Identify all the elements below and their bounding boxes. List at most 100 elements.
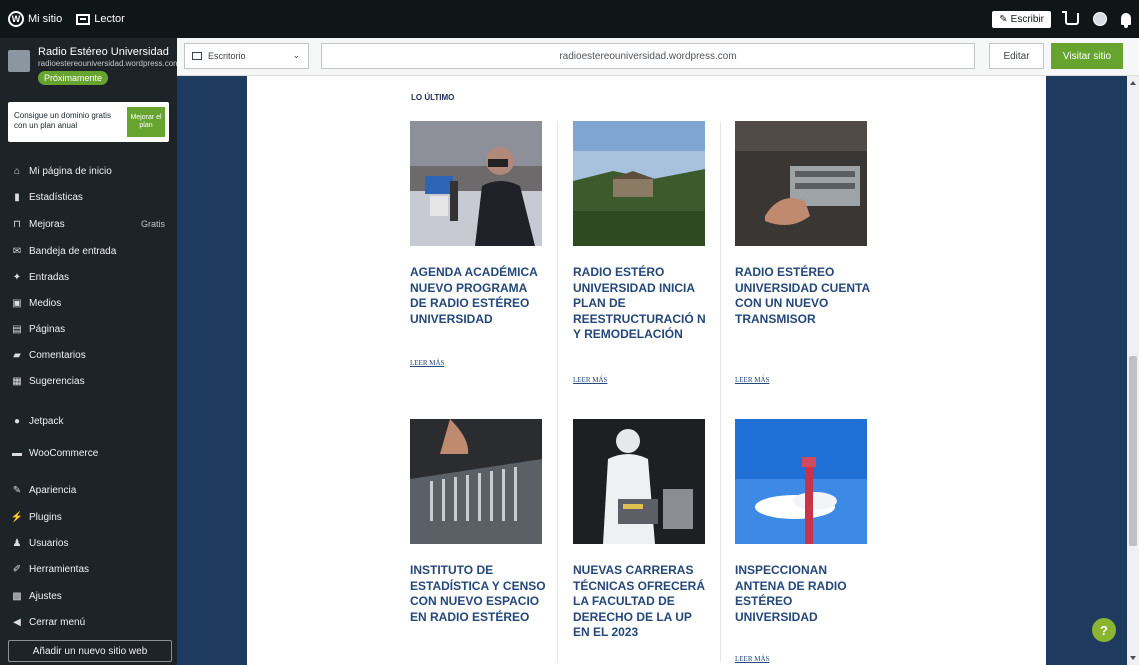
settings-icon: ▩	[12, 590, 22, 602]
sidebar-item-stats[interactable]: ▮ Estadísticas	[0, 186, 177, 208]
home-icon: ⌂	[13, 165, 21, 177]
chevron-down-icon: ⌄	[292, 50, 300, 60]
site-header[interactable]: Radio Estéreo Universidad radioestereoun…	[0, 38, 180, 98]
sidebar-item-label: Mi página de inicio	[29, 165, 112, 177]
visit-site-button[interactable]: Visitar sitio	[1051, 43, 1123, 69]
sidebar-item-users[interactable]: ♟ Usuarios	[0, 532, 177, 554]
write-button[interactable]: ✎ Escribir	[992, 10, 1051, 28]
read-more-link[interactable]: LEER MÁS	[735, 655, 769, 663]
device-label: Escritorio	[208, 51, 246, 61]
section-title: LO ÚLTIMO	[411, 93, 455, 102]
my-site-label: Mi sitio	[28, 13, 63, 25]
read-more-link[interactable]: LEER MÁS	[573, 376, 607, 384]
post-title[interactable]: AGENDA ACADÉMICA NUEVO PROGRAMA DE RADIO…	[410, 265, 546, 327]
post-card[interactable]: RADIO ESTÉRO UNIVERSIDAD INICIA PLAN DE …	[573, 121, 709, 384]
stats-icon: ▮	[14, 191, 20, 203]
scroll-thumb[interactable]	[1129, 356, 1137, 546]
device-select[interactable]: Escritorio ⌄	[184, 43, 309, 69]
domain-promo: Consigue un dominio gratis con un plan a…	[8, 102, 169, 142]
sidebar-item-home[interactable]: ⌂ Mi página de inicio	[0, 160, 177, 182]
sidebar-item-collapse[interactable]: ◀ Cerrar menú	[0, 611, 177, 633]
notifications-bell-icon[interactable]	[1121, 13, 1131, 28]
post-card[interactable]: AGENDA ACADÉMICA NUEVO PROGRAMA DE RADIO…	[410, 121, 546, 367]
users-icon: ♟	[12, 537, 22, 549]
sidebar-item-label: Usuarios	[29, 537, 69, 549]
reader-link[interactable]: Lector	[76, 13, 125, 25]
post-title[interactable]: INSPECCIONAN ANTENA DE RADIO ESTÉREO UNI…	[735, 563, 871, 625]
wordpress-logo-icon: W	[8, 11, 24, 27]
media-icon: ▣	[12, 297, 22, 309]
post-card[interactable]: INSTITUTO DE ESTADÍSTICA Y CENSO CON NUE…	[410, 419, 546, 625]
read-more-link[interactable]: LEER MÁS	[735, 376, 769, 384]
plugin-icon: ⚡	[10, 511, 24, 523]
reader-icon	[76, 13, 91, 25]
sidebar-item-tools[interactable]: ✐ Herramientas	[0, 558, 177, 580]
help-button[interactable]: ?	[1092, 618, 1116, 642]
post-card[interactable]: INSPECCIONAN ANTENA DE RADIO ESTÉREO UNI…	[735, 419, 871, 663]
collapse-icon: ◀	[13, 616, 21, 628]
sidebar-item-upgrades[interactable]: ⊓ Mejoras Gratis	[0, 213, 177, 235]
post-title[interactable]: RADIO ESTÉRO UNIVERSIDAD INICIA PLAN DE …	[573, 265, 709, 343]
sidebar-item-media[interactable]: ▣ Medios	[0, 292, 177, 314]
post-title[interactable]: NUEVAS CARRERAS TÉCNICAS OFRECERÁ LA FAC…	[573, 563, 709, 641]
cart-icon[interactable]	[1062, 11, 1079, 25]
sidebar-item-inbox[interactable]: ✉ Bandeja de entrada	[0, 240, 177, 262]
post-thumbnail[interactable]	[410, 121, 542, 246]
read-more-link[interactable]: LEER MÁS	[410, 359, 444, 367]
url-bar[interactable]: radioestereouniversidad.wordpress.com	[321, 43, 975, 69]
sidebar-item-label: Sugerencias	[29, 375, 85, 387]
sidebar: Radio Estéreo Universidad radioestereoun…	[0, 38, 180, 665]
sidebar-item-label: Comentarios	[29, 349, 86, 361]
post-title[interactable]: RADIO ESTÉREO UNIVERSIDAD CUENTA CON UN …	[735, 265, 871, 327]
sidebar-item-settings[interactable]: ▩ Ajustes	[0, 585, 177, 607]
post-thumbnail[interactable]	[735, 419, 867, 544]
post-thumbnail[interactable]	[410, 419, 542, 544]
post-card[interactable]: NUEVAS CARRERAS TÉCNICAS OFRECERÁ LA FAC…	[573, 419, 709, 641]
sidebar-item-label: Plugins	[29, 511, 62, 523]
site-icon	[8, 50, 30, 72]
brush-icon: ✎	[12, 484, 22, 496]
upgrade-plan-button[interactable]: Mejorar el plan	[127, 107, 165, 137]
sidebar-item-label: Jetpack	[29, 415, 64, 427]
post-card[interactable]: RADIO ESTÉREO UNIVERSIDAD CUENTA CON UN …	[735, 121, 871, 384]
sidebar-item-label: Herramientas	[29, 563, 90, 575]
preview-right-band	[1046, 76, 1127, 665]
preview-toolbar: Escritorio ⌄ radioestereouniversidad.wor…	[177, 38, 1139, 76]
reader-label: Lector	[94, 13, 125, 25]
promo-text: Consigue un dominio gratis con un plan a…	[14, 111, 111, 130]
sidebar-item-jetpack[interactable]: ● Jetpack	[0, 410, 177, 432]
sidebar-item-label: Bandeja de entrada	[29, 245, 117, 257]
desktop-icon	[192, 52, 202, 60]
sidebar-item-plugins[interactable]: ⚡ Plugins	[0, 506, 177, 528]
post-thumbnail[interactable]	[573, 121, 705, 246]
post-title[interactable]: INSTITUTO DE ESTADÍSTICA Y CENSO CON NUE…	[410, 563, 546, 625]
user-avatar[interactable]	[1093, 12, 1107, 26]
post-thumbnail[interactable]	[573, 419, 705, 544]
sidebar-item-label: Medios	[29, 297, 62, 309]
scroll-down-arrow-icon[interactable]	[1130, 656, 1136, 660]
site-preview: LO ÚLTIMO AGENDA ACADÉMICA NUEVO PROGRAM…	[177, 76, 1127, 665]
feedback-icon: ▦	[12, 375, 22, 387]
sidebar-item-label: Cerrar menú	[29, 616, 86, 628]
sidebar-item-appearance[interactable]: ✎ Apariencia	[0, 479, 177, 501]
admin-bar: W Mi sitio Lector ✎ Escribir	[0, 0, 1139, 38]
sidebar-item-pages[interactable]: ▤ Páginas	[0, 318, 177, 340]
add-new-site-button[interactable]: Añadir un nuevo sitio web	[8, 640, 172, 662]
pencil-icon: ✎	[999, 13, 1008, 25]
sidebar-item-feedback[interactable]: ▦ Sugerencias	[0, 370, 177, 392]
sidebar-item-label: Estadísticas	[29, 191, 83, 203]
post-thumbnail[interactable]	[735, 121, 867, 246]
woocommerce-icon: ▬	[12, 447, 22, 459]
wrench-icon: ✐	[12, 563, 22, 575]
sidebar-item-woocommerce[interactable]: ▬ WooCommerce	[0, 442, 177, 464]
edit-button[interactable]: Editar	[989, 43, 1044, 69]
my-site-link[interactable]: W Mi sitio	[8, 11, 62, 27]
sidebar-item-comments[interactable]: ▰ Comentarios	[0, 344, 177, 366]
scroll-up-arrow-icon[interactable]	[1130, 81, 1136, 85]
sidebar-item-posts[interactable]: ✦ Entradas	[0, 266, 177, 288]
sidebar-item-label: Apariencia	[29, 484, 77, 496]
site-url: radioestereouniversidad.wordpress.com	[38, 59, 180, 68]
sidebar-item-label: WooCommerce	[29, 447, 99, 459]
preview-scrollbar[interactable]	[1127, 76, 1139, 665]
write-label: Escribir	[1010, 13, 1044, 25]
